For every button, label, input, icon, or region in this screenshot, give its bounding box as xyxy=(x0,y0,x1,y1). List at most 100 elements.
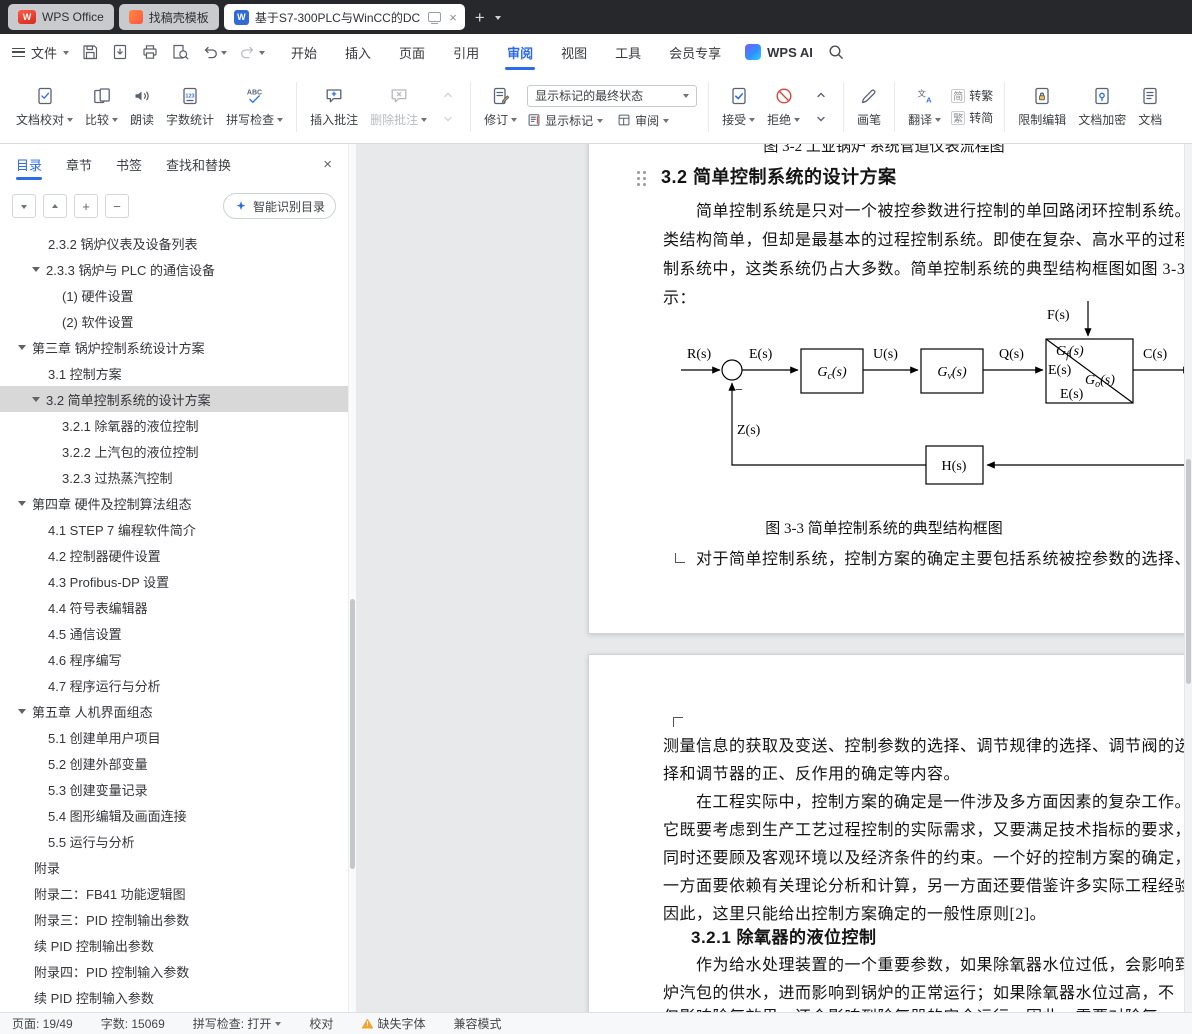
toc-item[interactable]: 5.5 运行与分析 xyxy=(0,828,348,854)
toc-item[interactable]: 4.4 符号表编辑器 xyxy=(0,594,348,620)
close-icon[interactable]: × xyxy=(449,11,457,24)
to-simplified-button[interactable]: 繁 转简 xyxy=(951,109,993,126)
toc-item[interactable]: 续 PID 控制输出参数 xyxy=(0,932,348,958)
export-pdf-icon[interactable] xyxy=(111,43,129,61)
zoom-in-button[interactable]: + xyxy=(74,194,98,218)
toc-item[interactable]: 3.2.2 上汽包的液位控制 xyxy=(0,438,348,464)
undo-icon[interactable] xyxy=(201,43,228,61)
show-markup-button[interactable]: 显示标记 xyxy=(527,112,604,129)
pen-button[interactable]: 画笔 xyxy=(851,81,887,132)
next-change-icon[interactable] xyxy=(809,110,833,128)
tab-tools[interactable]: 工具 xyxy=(601,34,655,70)
tabs-dropdown-icon[interactable] xyxy=(494,15,501,23)
search-icon[interactable] xyxy=(827,43,845,61)
toc-item[interactable]: 第四章 硬件及控制算法组态 xyxy=(0,490,348,516)
toc-item[interactable]: 附录三：PID 控制输出参数 xyxy=(0,906,348,932)
restrict-edit-button[interactable]: 限制编辑 xyxy=(1012,81,1072,132)
document-area[interactable]: 图 3-2 工业锅炉 系统管道仪表流程图 3.2 简单控制系统的设计方案 简单控… xyxy=(356,144,1192,1012)
to-traditional-button[interactable]: 简 转繁 xyxy=(951,87,993,104)
sidebar-scrollbar[interactable] xyxy=(348,144,356,1012)
toc-item[interactable]: 4.5 通信设置 xyxy=(0,620,348,646)
expand-triangle-icon[interactable] xyxy=(18,709,26,718)
toc-item[interactable]: 3.2.3 过热蒸汽控制 xyxy=(0,464,348,490)
toc-item[interactable]: 4.7 程序运行与分析 xyxy=(0,672,348,698)
paragraph-handle[interactable] xyxy=(637,171,640,174)
toc-item[interactable]: 附录 xyxy=(0,854,348,880)
toc-item[interactable]: 附录二：FB41 功能逻辑图 xyxy=(0,880,348,906)
toc-item[interactable]: 2.3.3 锅炉与 PLC 的通信设备 xyxy=(0,256,348,282)
expand-triangle-icon[interactable] xyxy=(32,397,40,406)
tab-review[interactable]: 审阅 xyxy=(493,34,547,70)
document-scrollbar[interactable] xyxy=(1184,144,1192,1012)
insert-comment-button[interactable]: 插入批注 xyxy=(304,81,364,132)
scrollbar-thumb[interactable] xyxy=(1186,459,1191,684)
read-aloud-button[interactable]: 朗读 xyxy=(124,81,160,132)
expand-triangle-icon[interactable] xyxy=(32,267,40,276)
toc-item[interactable]: 4.1 STEP 7 编程软件简介 xyxy=(0,516,348,542)
toc-item[interactable]: 5.4 图形编辑及画面连接 xyxy=(0,802,348,828)
toc-item[interactable]: 4.2 控制器硬件设置 xyxy=(0,542,348,568)
translate-button[interactable]: 文A 翻译 xyxy=(902,81,947,132)
tab-document[interactable]: W 基于S7-300PLC与WinCC的DC × xyxy=(223,4,465,30)
spell-check-button[interactable]: ABC 拼写检查 xyxy=(220,81,289,132)
toc-item[interactable]: 3.2 简单控制系统的设计方案 xyxy=(0,386,348,412)
track-changes-button[interactable]: 修订 xyxy=(478,81,523,132)
proofread-status[interactable]: 校对 xyxy=(309,1015,333,1032)
zoom-out-button[interactable]: − xyxy=(105,194,129,218)
tab-membership[interactable]: 会员专享 xyxy=(655,34,735,70)
toc-item[interactable]: (1) 硬件设置 xyxy=(0,282,348,308)
toc-item[interactable]: 5.1 创建单用户项目 xyxy=(0,724,348,750)
proofread-button[interactable]: 文档校对 xyxy=(10,81,79,132)
toc-item[interactable]: 2.3.2 锅炉仪表及设备列表 xyxy=(0,230,348,256)
toc-item[interactable]: 第五章 人机界面组态 xyxy=(0,698,348,724)
tab-page[interactable]: 页面 xyxy=(385,34,439,70)
tab-reference[interactable]: 引用 xyxy=(439,34,493,70)
chevron-down-icon[interactable] xyxy=(221,50,228,58)
compare-button[interactable]: 比较 xyxy=(79,81,124,132)
prev-change-icon[interactable] xyxy=(809,86,833,104)
doc-permission-button[interactable]: 文档 xyxy=(1132,81,1168,132)
toc-item[interactable]: 续 PID 控制输入参数 xyxy=(0,984,348,1010)
print-preview-icon[interactable] xyxy=(171,43,189,61)
smart-toc-button[interactable]: 智能识别目录 xyxy=(222,193,336,219)
scrollbar-thumb[interactable] xyxy=(350,599,355,869)
spell-check-status[interactable]: 拼写检查: 打开 xyxy=(193,1015,282,1032)
expand-all-button[interactable] xyxy=(43,194,67,218)
tab-home[interactable]: 开始 xyxy=(277,34,331,70)
markup-state-select[interactable]: 显示标记的最终状态 xyxy=(527,84,698,107)
new-tab-icon[interactable]: + xyxy=(470,9,490,26)
encrypt-button[interactable]: 文档加密 xyxy=(1072,81,1132,132)
tab-wps-home[interactable]: W WPS Office xyxy=(8,4,114,30)
collapse-all-button[interactable] xyxy=(12,194,36,218)
page-2[interactable]: 测量信息的获取及变送、控制参数的选择、调节规律的选择、调节阀的选 择和调节器的正… xyxy=(588,654,1192,1012)
page-1[interactable]: 图 3-2 工业锅炉 系统管道仪表流程图 3.2 简单控制系统的设计方案 简单控… xyxy=(588,144,1192,634)
save-icon[interactable] xyxy=(81,43,99,61)
toc-item[interactable]: 4.6 程序编写 xyxy=(0,646,348,672)
toc-item[interactable]: 3.1 控制方案 xyxy=(0,360,348,386)
sidebar-tab-contents[interactable]: 目录 xyxy=(16,144,43,184)
accept-button[interactable]: 接受 xyxy=(716,81,761,132)
sidebar-tab-chapters[interactable]: 章节 xyxy=(66,144,92,184)
toc-item[interactable]: 5.3 创建变量记录 xyxy=(0,776,348,802)
sidebar-tab-find-replace[interactable]: 查找和替换 xyxy=(166,144,231,184)
toc-item[interactable]: 3.2.1 除氧器的液位控制 xyxy=(0,412,348,438)
expand-triangle-icon[interactable] xyxy=(18,345,26,354)
review-pane-button[interactable]: 审阅 xyxy=(617,112,670,129)
file-menu-button[interactable]: 文件 xyxy=(12,43,70,62)
tab-template[interactable]: 找稿壳模板 xyxy=(118,4,219,30)
wps-ai-button[interactable]: WPS AI xyxy=(745,44,813,60)
toc-item[interactable]: 4.3 Profibus-DP 设置 xyxy=(0,568,348,594)
sidebar-tab-bookmarks[interactable]: 书签 xyxy=(116,144,142,184)
toc-item[interactable]: (2) 软件设置 xyxy=(0,308,348,334)
print-icon[interactable] xyxy=(141,43,159,61)
toc-item[interactable]: 5.2 创建外部变量 xyxy=(0,750,348,776)
expand-triangle-icon[interactable] xyxy=(18,501,26,510)
word-count-button[interactable]: 123 字数统计 xyxy=(160,81,220,132)
tab-insert[interactable]: 插入 xyxy=(331,34,385,70)
missing-font-warning[interactable]: ! 缺失字体 xyxy=(361,1015,425,1032)
toc-item[interactable]: 附录四：PID 控制输入参数 xyxy=(0,958,348,984)
reject-button[interactable]: 拒绝 xyxy=(761,81,806,132)
tab-view[interactable]: 视图 xyxy=(547,34,601,70)
close-icon[interactable]: × xyxy=(323,156,332,173)
toc-item[interactable]: 第三章 锅炉控制系统设计方案 xyxy=(0,334,348,360)
